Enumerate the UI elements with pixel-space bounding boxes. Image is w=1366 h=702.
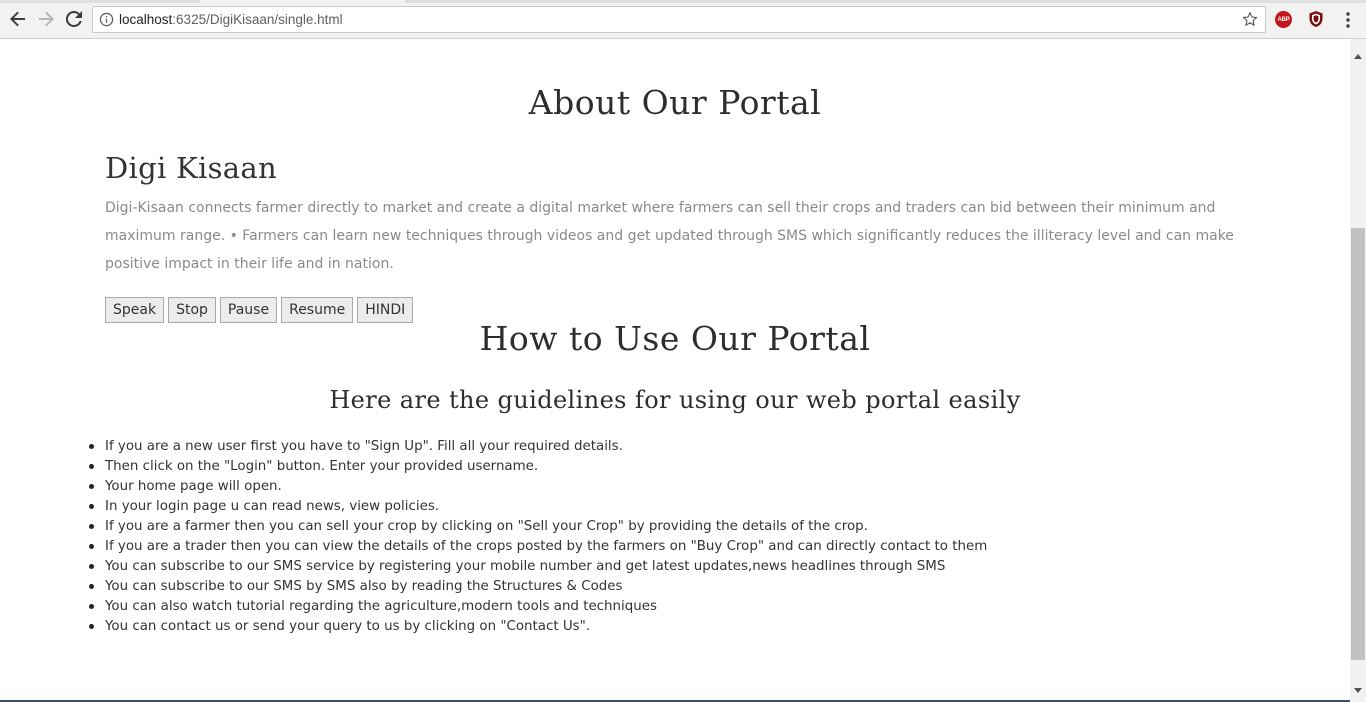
- reload-button[interactable]: [63, 8, 85, 30]
- bookmark-star-icon[interactable]: [1242, 11, 1258, 31]
- back-button[interactable]: [7, 8, 29, 30]
- more-vertical-icon[interactable]: [1345, 11, 1351, 33]
- tab-strip: [0, 0, 1366, 3]
- guidelines-title: Here are the guidelines for using our we…: [329, 386, 1021, 414]
- list-item: If you are a trader then you can view th…: [88, 537, 987, 557]
- scrollbar-thumb[interactable]: [1351, 228, 1365, 660]
- forward-button[interactable]: [35, 8, 57, 30]
- active-tab[interactable]: [200, 0, 405, 3]
- list-item: You can subscribe to our SMS service by …: [88, 557, 987, 577]
- reload-icon: [65, 10, 82, 27]
- how-to-use-title: How to Use Our Portal: [479, 319, 871, 358]
- list-item: If you are a farmer then you can sell yo…: [88, 517, 987, 537]
- scroll-up-arrow-icon[interactable]: [1354, 44, 1362, 63]
- list-item: In your login page u can read news, view…: [88, 497, 987, 517]
- arrow-right-icon: [39, 11, 54, 27]
- adblock-plus-icon[interactable]: ABP: [1275, 11, 1292, 28]
- about-title: About Our Portal: [528, 83, 822, 122]
- ublock-shield-icon[interactable]: [1308, 10, 1324, 32]
- list-item: You can also watch tutorial regarding th…: [88, 597, 987, 617]
- guidelines-list: If you are a new user first you have to …: [88, 437, 987, 637]
- list-item: If you are a new user first you have to …: [88, 437, 987, 457]
- site-info-icon[interactable]: [99, 12, 114, 31]
- vertical-scrollbar[interactable]: [1350, 39, 1366, 702]
- url-path: :6325/DigiKisaan/single.html: [172, 12, 343, 27]
- arrow-left-icon: [10, 11, 25, 27]
- list-item: You can subscribe to our SMS by SMS also…: [88, 577, 987, 597]
- url-text: localhost:6325/DigiKisaan/single.html: [119, 12, 343, 27]
- address-bar[interactable]: localhost:6325/DigiKisaan/single.html: [92, 6, 1266, 33]
- portal-description: Digi-Kisaan connects farmer directly to …: [105, 200, 1234, 272]
- list-item: You can contact us or send your query to…: [88, 617, 987, 637]
- browser-toolbar: localhost:6325/DigiKisaan/single.html AB…: [0, 0, 1366, 39]
- url-host: localhost: [119, 12, 173, 27]
- portal-name: Digi Kisaan: [105, 151, 277, 185]
- list-item: Your home page will open.: [88, 477, 987, 497]
- scroll-down-arrow-icon[interactable]: [1354, 678, 1362, 697]
- list-item: Then click on the "Login" button. Enter …: [88, 457, 987, 477]
- page-viewport: About Our Portal Digi Kisaan Digi-Kisaan…: [0, 39, 1350, 702]
